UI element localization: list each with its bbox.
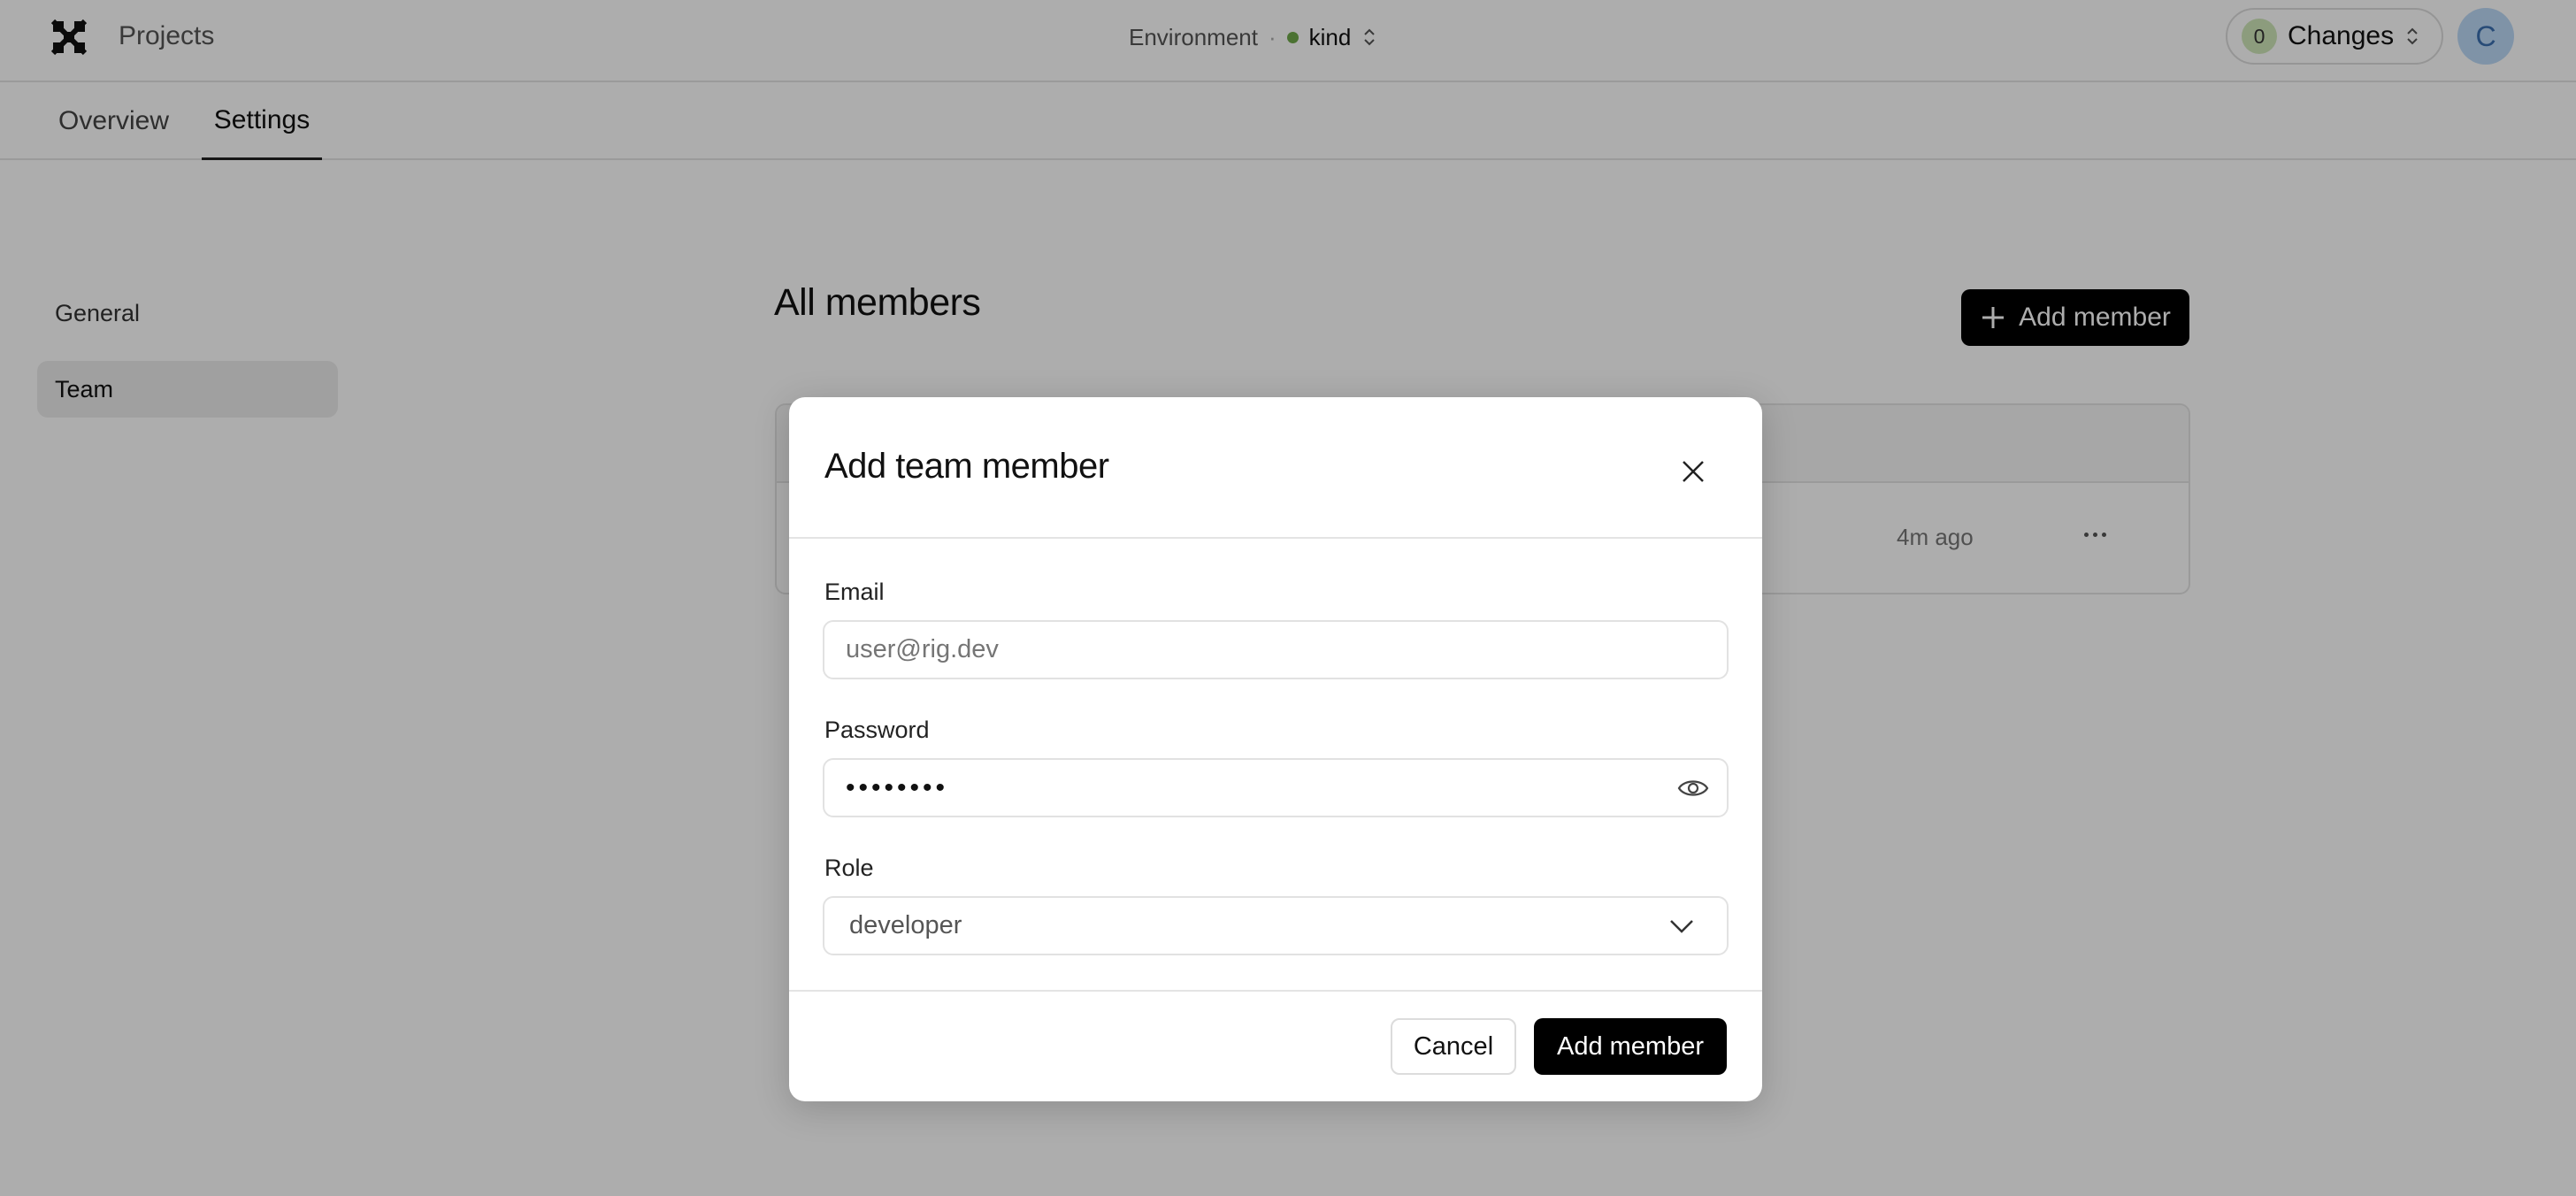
chevron-down-icon <box>1670 920 1693 933</box>
role-select[interactable]: developer <box>823 896 1729 955</box>
email-field[interactable] <box>846 635 1642 664</box>
submit-add-member-button[interactable]: Add member <box>1534 1018 1727 1075</box>
add-team-member-dialog: Add team member Email Password •••••••• … <box>789 397 1762 1101</box>
email-field-box <box>823 620 1729 679</box>
password-value: •••••••• <box>846 772 949 802</box>
dialog-header: Add team member <box>789 397 1762 539</box>
password-label: Password <box>824 717 930 743</box>
email-label: Email <box>824 579 885 605</box>
role-label: Role <box>824 855 874 881</box>
cancel-button[interactable]: Cancel <box>1391 1018 1516 1075</box>
dialog-title: Add team member <box>824 447 1109 486</box>
close-button[interactable] <box>1675 454 1711 489</box>
eye-icon[interactable] <box>1677 774 1709 802</box>
dialog-footer: Cancel Add member <box>789 990 1762 1101</box>
password-field[interactable]: •••••••• <box>823 758 1729 817</box>
close-icon <box>1683 461 1704 482</box>
role-selected-value: developer <box>849 911 962 939</box>
